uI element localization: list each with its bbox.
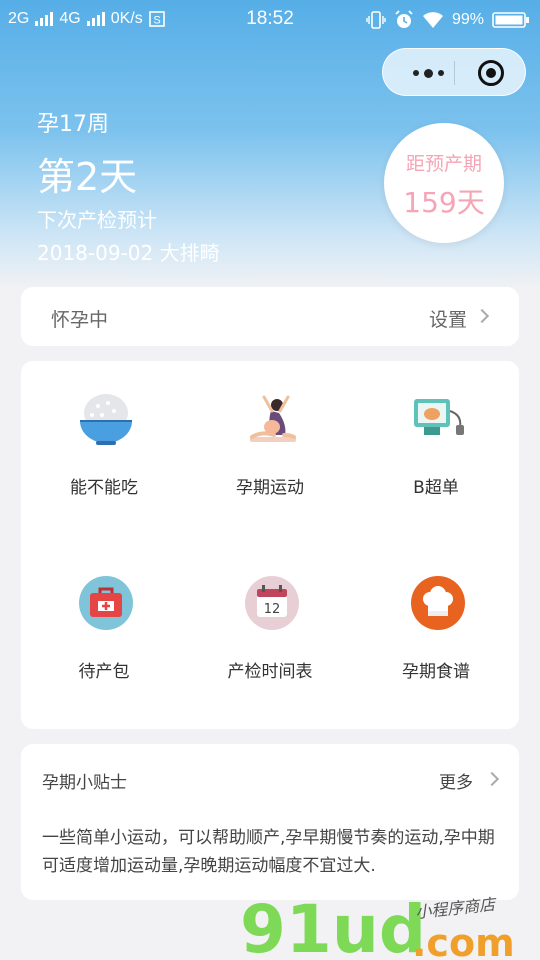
feature-label: 能不能吃 [70, 478, 138, 498]
first-aid-kit-icon [79, 576, 133, 630]
due-date-label: 距预产期 [405, 153, 482, 175]
tips-more-link[interactable]: 更多 [439, 768, 473, 793]
capsule-divider [454, 61, 455, 85]
due-date-circle: 距预产期 159天 [384, 123, 504, 243]
pregnancy-status-label: 怀孕中 [51, 309, 109, 331]
feature-label: B超单 [413, 478, 459, 498]
battery-percent: 99% [451, 11, 484, 28]
svg-text:.com: .com [412, 921, 515, 960]
settings-link[interactable]: 设置 [429, 305, 467, 332]
tips-title: 孕期小贴士 [42, 773, 127, 793]
mini-program-capsule [382, 48, 526, 96]
next-checkup-date: 2018-09-02 大排畸 [37, 241, 220, 265]
feature-can-eat[interactable]: 能不能吃 [21, 361, 187, 498]
feature-checkup-schedule[interactable]: 12 产检时间表 [187, 545, 353, 682]
watermark-logo: 91ud .com 小程序商店 [240, 891, 515, 960]
more-dots-icon[interactable] [403, 49, 453, 97]
next-checkup-label: 下次产检预计 [37, 208, 157, 232]
chevron-right-icon [474, 308, 490, 324]
calendar-icon: 12 [245, 576, 299, 630]
feature-hospital-bag[interactable]: 待产包 [21, 545, 187, 682]
pregnancy-status-row[interactable]: 怀孕中 设置 [21, 287, 519, 346]
feature-label: 待产包 [78, 662, 130, 682]
feature-grid: 能不能吃 孕期运动 B超单 待产包 12 产检时间表 孕期食谱 [21, 361, 519, 729]
tips-card: 孕期小贴士 更多 一些简单小运动，可以帮助顺产,孕早期慢节奏的运动,孕中期可适度… [21, 744, 519, 900]
feature-label: 孕期运动 [236, 478, 304, 498]
rice-bowl-icon [80, 394, 132, 445]
chevron-right-icon [484, 771, 500, 787]
battery-icon [492, 12, 529, 28]
svg-text:小程序商店: 小程序商店 [414, 895, 498, 922]
alarm-icon [395, 10, 413, 28]
feature-ultrasound[interactable]: B超单 [353, 361, 519, 498]
svg-text:91ud: 91ud [240, 891, 426, 960]
close-target-icon[interactable] [478, 60, 504, 86]
ultrasound-icon [414, 399, 464, 435]
feature-recipes[interactable]: 孕期食谱 [353, 545, 519, 682]
feature-label: 孕期食谱 [402, 662, 470, 682]
pregnancy-day: 第2天 [37, 155, 138, 199]
status-bar: 2G 4G 0K/s S 18:52 99% [0, 0, 540, 38]
wifi-icon [422, 12, 443, 28]
calendar-day: 12 [264, 602, 281, 617]
feature-label: 产检时间表 [227, 662, 313, 682]
yoga-icon [250, 395, 296, 442]
pregnancy-week: 孕17周 [37, 112, 109, 137]
tips-content: 一些简单小运动，可以帮助顺产,孕早期慢节奏的运动,孕中期可适度增加运动量,孕晚期… [42, 828, 495, 876]
vibrate-icon [366, 11, 386, 29]
feature-exercise[interactable]: 孕期运动 [187, 361, 353, 498]
chef-hat-icon [411, 576, 465, 630]
due-date-days: 159天 [403, 186, 485, 219]
status-right: 99% [366, 10, 530, 30]
